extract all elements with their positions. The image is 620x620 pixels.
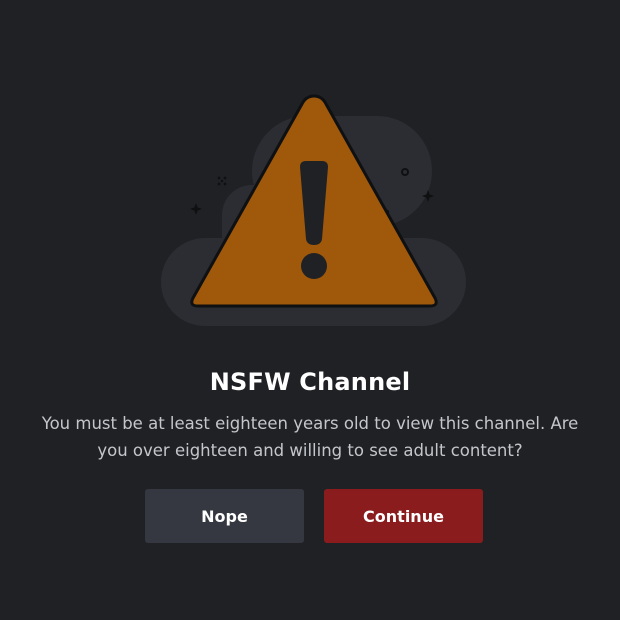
warning-illustration xyxy=(161,94,466,326)
dots-cluster-icon xyxy=(217,176,227,186)
nope-button[interactable]: Nope xyxy=(145,489,304,543)
nsfw-warning-screen: NSFW Channel You must be at least eighte… xyxy=(0,0,620,620)
nope-button-label: Nope xyxy=(201,506,248,526)
dialog-title: NSFW Channel xyxy=(209,368,411,396)
dialog-description: You must be at least eighteen years old … xyxy=(41,414,579,460)
continue-button[interactable]: Continue xyxy=(324,489,483,543)
continue-button-label: Continue xyxy=(363,506,444,526)
